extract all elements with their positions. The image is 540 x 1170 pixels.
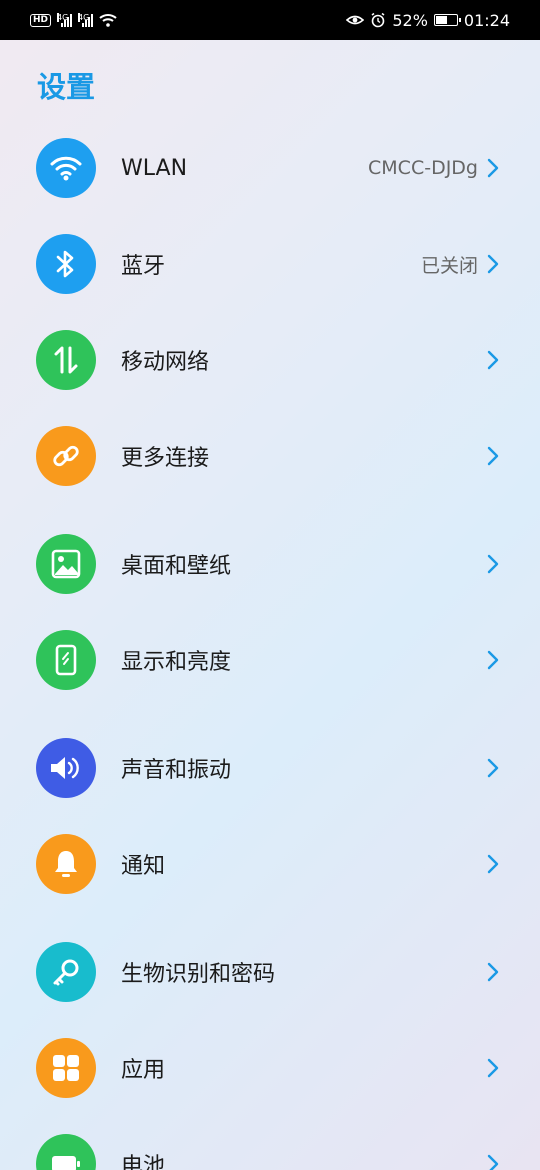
page-title: 设置 bbox=[37, 70, 96, 104]
settings-item-notifications[interactable]: 通知 bbox=[0, 824, 540, 904]
settings-item-battery[interactable]: 电池 bbox=[0, 1124, 540, 1170]
settings-item-label: 显示和亮度 bbox=[121, 650, 232, 675]
settings-item-biometrics[interactable]: 生物识别和密码 bbox=[0, 932, 540, 1012]
wallpaper-icon bbox=[36, 534, 96, 594]
alarm-icon bbox=[371, 12, 385, 28]
chevron-right-icon bbox=[487, 158, 499, 178]
chevron-right-icon bbox=[487, 446, 499, 466]
chevron-right-icon bbox=[487, 1154, 499, 1170]
battery-percent: 52% bbox=[392, 10, 428, 30]
key-icon bbox=[36, 942, 96, 1002]
phone-display-icon bbox=[36, 630, 96, 690]
settings-item-label: 蓝牙 bbox=[121, 254, 166, 279]
status-bar-right: 52% 01:24 bbox=[346, 11, 510, 30]
settings-item-mobile-network[interactable]: 移动网络 bbox=[0, 320, 540, 400]
settings-item-wallpaper[interactable]: 桌面和壁纸 bbox=[0, 524, 540, 604]
chevron-right-icon bbox=[487, 962, 499, 982]
battery-status-icon bbox=[433, 14, 461, 26]
settings-item-label: 移动网络 bbox=[121, 350, 210, 375]
wifi-icon bbox=[36, 138, 96, 198]
battery-fill bbox=[435, 16, 448, 24]
settings-item-wlan[interactable]: WLAN CMCC-DJDg bbox=[0, 128, 540, 208]
hd-voice-icon: HD bbox=[30, 13, 52, 27]
settings-item-bluetooth[interactable]: 蓝牙 已关闭 bbox=[0, 224, 540, 304]
battery-icon bbox=[36, 1134, 96, 1170]
apps-grid-icon bbox=[36, 1038, 96, 1098]
link-icon bbox=[36, 426, 96, 486]
chevron-right-icon bbox=[487, 350, 499, 370]
settings-item-display[interactable]: 显示和亮度 bbox=[0, 620, 540, 700]
chevron-right-icon bbox=[487, 854, 499, 874]
settings-item-label: 通知 bbox=[121, 854, 166, 879]
settings-item-label: 桌面和壁纸 bbox=[121, 554, 232, 579]
settings-item-more-connections[interactable]: 更多连接 bbox=[0, 416, 540, 496]
settings-item-label: 生物识别和密码 bbox=[121, 962, 276, 987]
wifi-status-icon bbox=[99, 14, 117, 27]
chevron-right-icon bbox=[487, 650, 499, 670]
settings-item-value: 已关闭 bbox=[420, 254, 478, 277]
status-bar-left: HD 4G 4G bbox=[30, 13, 117, 27]
mobile-data-icon bbox=[36, 330, 96, 390]
settings-item-value: CMCC-DJDg bbox=[368, 157, 478, 179]
settings-item-label: WLAN bbox=[121, 155, 188, 181]
signal-strength-icon-2: 4G bbox=[78, 13, 94, 27]
settings-item-sound[interactable]: 声音和振动 bbox=[0, 728, 540, 808]
chevron-right-icon bbox=[487, 554, 499, 574]
eye-comfort-icon bbox=[346, 15, 365, 25]
settings-item-label: 声音和振动 bbox=[121, 758, 232, 783]
chevron-right-icon bbox=[487, 758, 499, 778]
settings-item-apps[interactable]: 应用 bbox=[0, 1028, 540, 1108]
status-bar: HD 4G 4G 52% 01:24 bbox=[0, 0, 540, 40]
chevron-right-icon bbox=[487, 254, 499, 274]
chevron-right-icon bbox=[487, 1058, 499, 1078]
settings-item-label: 电池 bbox=[121, 1154, 166, 1170]
clock: 01:24 bbox=[463, 10, 510, 30]
signal-strength-icon: 4G bbox=[57, 13, 73, 27]
bell-icon bbox=[36, 834, 96, 894]
settings-item-label: 应用 bbox=[121, 1058, 166, 1083]
speaker-icon bbox=[36, 738, 96, 798]
settings-item-label: 更多连接 bbox=[121, 446, 210, 471]
bluetooth-icon bbox=[36, 234, 96, 294]
